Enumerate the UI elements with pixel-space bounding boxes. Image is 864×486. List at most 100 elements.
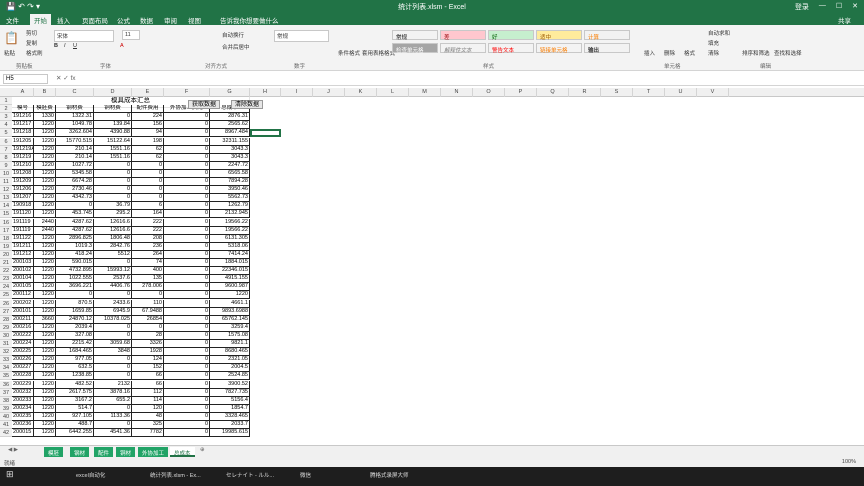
table-cell[interactable]: 2321.05 (210, 356, 250, 365)
table-cell[interactable]: 1220 (34, 202, 56, 211)
row-header[interactable]: 16 (0, 218, 12, 227)
table-cell[interactable]: 264 (132, 250, 164, 259)
table-cell[interactable]: 5512 (94, 250, 132, 259)
table-cell[interactable]: 295.2 (94, 210, 132, 219)
table-cell[interactable]: 4342.73 (56, 194, 94, 203)
table-cell[interactable]: 224 (132, 113, 164, 122)
table-cell[interactable]: 10378.025 (94, 315, 132, 324)
table-cell[interactable]: 2617.575 (56, 388, 94, 397)
row-header[interactable]: 6 (0, 137, 12, 146)
table-cell[interactable]: 2004.5 (210, 364, 250, 373)
table-cell[interactable]: 1220 (34, 267, 56, 276)
table-cell[interactable]: 200224 (12, 340, 34, 349)
table-cell[interactable]: 0 (164, 194, 210, 203)
table-cell[interactable]: 236 (132, 242, 164, 251)
table-cell[interactable]: 120 (132, 404, 164, 413)
table-cell[interactable]: 191219 (12, 153, 34, 162)
table-cell[interactable]: 0 (94, 169, 132, 178)
table-cell[interactable]: 1575.08 (210, 331, 250, 340)
start-icon[interactable]: ⊞ (6, 469, 14, 480)
table-cell[interactable]: 1220 (34, 275, 56, 284)
table-cell[interactable]: 200229 (12, 380, 34, 389)
name-box[interactable]: H5 (3, 74, 48, 84)
table-cell[interactable]: 3328.465 (210, 412, 250, 421)
table-cell[interactable]: 1659.85 (56, 307, 94, 316)
row-header[interactable]: 7 (0, 145, 12, 154)
table-cell[interactable]: 66 (132, 380, 164, 389)
column-header[interactable]: F (164, 88, 210, 97)
underline-button[interactable]: U (73, 43, 77, 49)
row-header[interactable]: 8 (0, 153, 12, 162)
row-header[interactable]: 26 (0, 299, 12, 308)
row-header[interactable]: 4 (0, 121, 12, 130)
table-cell[interactable]: 222 (132, 218, 164, 227)
row-header[interactable]: 10 (0, 169, 12, 178)
table-cell[interactable]: 1220 (34, 121, 56, 130)
table-cell[interactable]: 4541.36 (94, 429, 132, 438)
table-cell[interactable]: 0 (164, 323, 210, 332)
taskbar-item-4[interactable]: 微信 (300, 471, 311, 479)
table-cell[interactable]: 3043.3 (210, 145, 250, 154)
column-header[interactable]: K (345, 88, 377, 97)
table-cell[interactable]: 2033.7 (210, 421, 250, 430)
clear-button[interactable]: 清除 (708, 49, 719, 57)
style-neutral[interactable]: 适中 (536, 30, 582, 41)
insert-cells-button[interactable]: 插入 (644, 49, 655, 57)
table-cell[interactable]: 200102 (12, 267, 34, 276)
table-cell[interactable]: 0 (164, 186, 210, 195)
table-cell[interactable]: 4287.62 (56, 218, 94, 227)
table-cell[interactable]: 156 (132, 121, 164, 130)
table-cell[interactable]: 482.52 (56, 380, 94, 389)
table-cell[interactable]: 0 (164, 178, 210, 187)
row-header[interactable]: 36 (0, 380, 12, 389)
selected-cell[interactable] (250, 129, 281, 138)
table-cell[interactable]: 0 (164, 137, 210, 146)
table-cell[interactable]: 2842.76 (94, 242, 132, 251)
table-cell[interactable]: 418.24 (56, 250, 94, 259)
table-cell[interactable]: 1220 (34, 299, 56, 308)
table-cell[interactable]: 152 (132, 364, 164, 373)
table-cell[interactable]: 26854 (132, 315, 164, 324)
row-header[interactable]: 32 (0, 348, 12, 357)
column-header[interactable]: G (210, 88, 250, 97)
column-header[interactable]: P (505, 88, 537, 97)
table-cell[interactable]: 1220 (34, 250, 56, 259)
column-header[interactable]: V (697, 88, 729, 97)
column-header[interactable]: E (132, 88, 164, 97)
table-cell[interactable]: 327.08 (56, 331, 94, 340)
sheet-nav-icon[interactable]: ◀ ▶ (8, 447, 18, 453)
table-cell[interactable]: 65762.145 (210, 315, 250, 324)
table-cell[interactable]: 15993.12 (94, 267, 132, 276)
table-cell[interactable]: 0 (94, 291, 132, 300)
table-cell[interactable]: 0 (164, 315, 210, 324)
table-cell[interactable]: 0 (94, 331, 132, 340)
tab-review[interactable]: 审阅 (164, 15, 177, 25)
table-cell[interactable]: 1027.72 (56, 161, 94, 170)
table-cell[interactable]: 1806.48 (94, 234, 132, 243)
table-cell[interactable]: 1220 (34, 348, 56, 357)
row-header[interactable]: 19 (0, 242, 12, 251)
table-cell[interactable]: 200235 (12, 412, 34, 421)
column-title[interactable]: 模胚费 (34, 105, 56, 114)
table-cell[interactable]: 0 (132, 178, 164, 187)
row-header[interactable]: 27 (0, 307, 12, 316)
table-cell[interactable]: 222 (132, 226, 164, 235)
row-header[interactable]: 9 (0, 161, 12, 170)
table-cell[interactable]: 2565.62 (210, 121, 250, 130)
row-header[interactable]: 18 (0, 234, 12, 243)
tab-file[interactable]: 文件 (6, 15, 19, 25)
row-header[interactable]: 41 (0, 421, 12, 430)
style-normal[interactable]: 常规 (392, 30, 438, 41)
table-cell[interactable]: 1220 (34, 129, 56, 138)
table-cell[interactable]: 62 (132, 145, 164, 154)
table-cell[interactable]: 0 (94, 404, 132, 413)
table-cell[interactable]: 66 (132, 372, 164, 381)
table-cell[interactable]: 0 (164, 113, 210, 122)
zoom-level[interactable]: 100% (842, 459, 856, 465)
table-cell[interactable]: 0 (164, 226, 210, 235)
table-cell[interactable]: 0 (132, 291, 164, 300)
table-cell[interactable]: 28 (132, 331, 164, 340)
table-cell[interactable]: 488.7 (56, 421, 94, 430)
table-cell[interactable]: 0 (94, 421, 132, 430)
table-cell[interactable]: 453.745 (56, 210, 94, 219)
